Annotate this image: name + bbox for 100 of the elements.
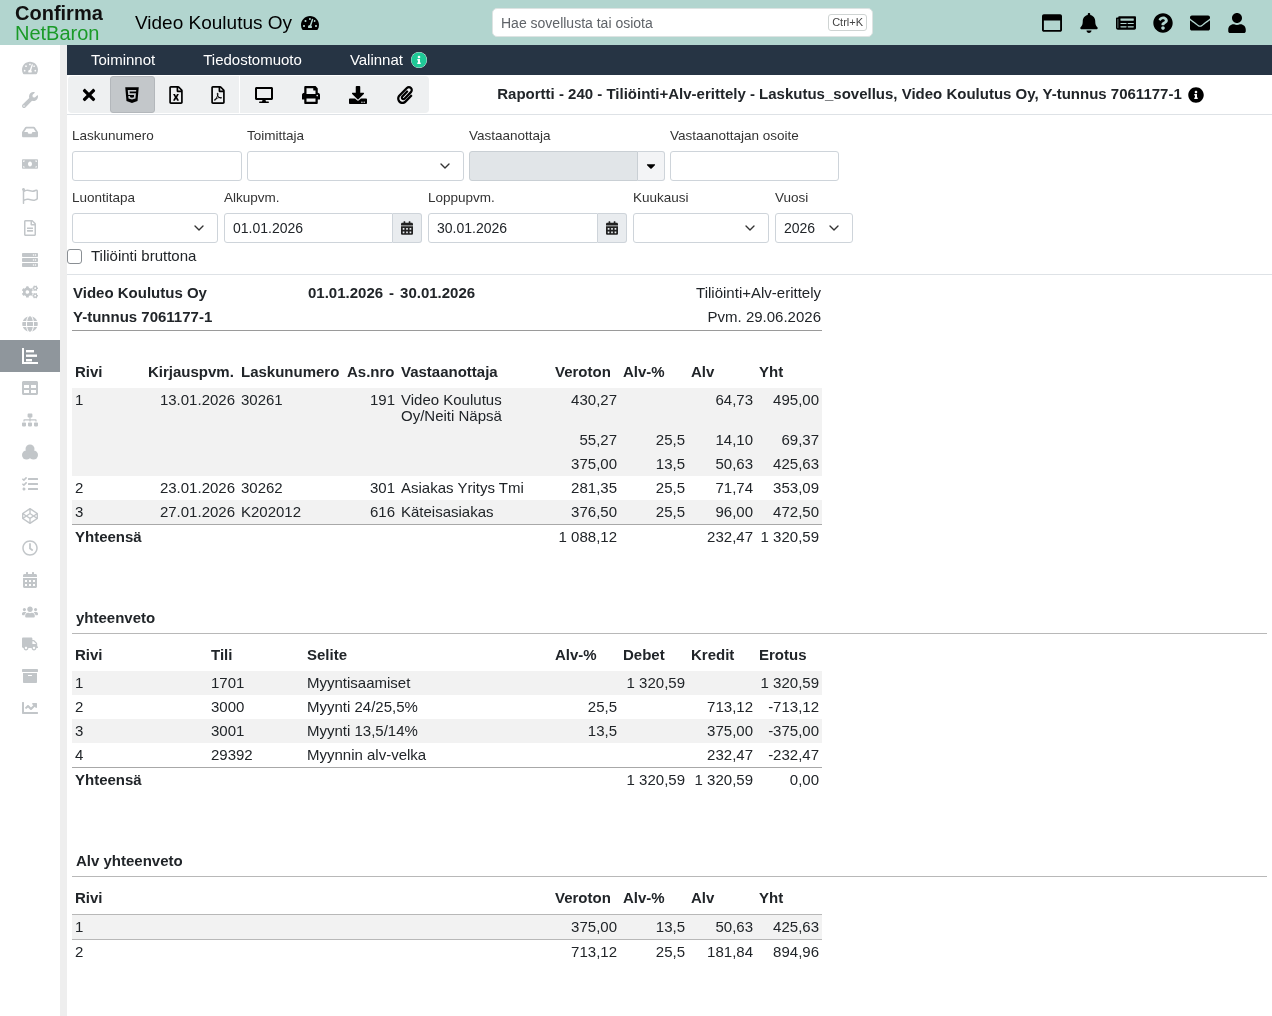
- table-cell-text: 495,00: [772, 390, 820, 410]
- pdf-file-icon: [208, 85, 227, 104]
- table-cell-text: 3001: [210, 721, 246, 741]
- toolbar-button[interactable]: [110, 76, 155, 113]
- text-field[interactable]: [72, 151, 242, 181]
- table-cell-text: 1 088,12: [557, 527, 618, 547]
- table-cell-text: 1701: [210, 673, 246, 693]
- archive-icon: [22, 668, 38, 684]
- period-separator: -: [389, 282, 395, 303]
- monitor-icon: [254, 85, 273, 104]
- dropdown-button[interactable]: [638, 151, 665, 181]
- bell-icon[interactable]: [1079, 12, 1099, 33]
- company-name: Video Koulutus Oy: [73, 282, 208, 303]
- truck-icon: [22, 636, 38, 652]
- window-icon[interactable]: [1042, 12, 1062, 33]
- date-field[interactable]: 01.01.2026: [224, 213, 393, 243]
- calendar-button[interactable]: [598, 213, 627, 243]
- globe-icon: [22, 316, 38, 332]
- table-cell-text: 96,00: [714, 502, 754, 522]
- logo-text: NetBaron: [15, 22, 100, 43]
- table-cell-text: 23.01.2026: [158, 478, 236, 498]
- shortcut-hint: Ctrl+K: [828, 14, 867, 31]
- select-field[interactable]: [72, 213, 218, 243]
- period-end: 30.01.2026: [400, 282, 476, 303]
- table-cell-text: 1 320,59: [625, 770, 686, 790]
- table-cell-text: 13,5: [654, 454, 686, 474]
- table-cell-text: Asiakas Yritys Tmi: [400, 478, 525, 498]
- info-icon[interactable]: [1187, 86, 1204, 103]
- field-label: Kuukausi: [633, 190, 689, 206]
- gauge-icon[interactable]: [301, 13, 320, 32]
- user-icon[interactable]: [1227, 12, 1247, 33]
- table-cell-text: 472,50: [772, 502, 820, 522]
- table-cell-text: 25,5: [586, 697, 618, 717]
- calendar-icon: [22, 572, 38, 588]
- section-title: yhteenveto: [76, 609, 156, 626]
- field-label: Alkupvm.: [224, 190, 280, 206]
- table-cell-text: 1 320,59: [759, 527, 820, 547]
- hierarchy-icon: [22, 412, 38, 428]
- sidebar-item[interactable]: [0, 340, 60, 372]
- inbox-icon: [22, 124, 38, 140]
- table-cell-text: 69,37: [780, 430, 820, 450]
- report-date: Pvm. 29.06.2026: [707, 306, 821, 327]
- logo-text: Confirma: [15, 2, 103, 23]
- column-header: Selite: [306, 647, 349, 663]
- table-cell-text: 50,63: [714, 454, 754, 474]
- checkbox[interactable]: [67, 248, 82, 264]
- section-title: Alv yhteenveto: [76, 852, 183, 869]
- column-header: Yht: [758, 364, 785, 380]
- table-cell-text: 353,09: [772, 478, 820, 498]
- report-title: Raportti - 240 - Tiliöinti+Alv-erittely - Laskutus_sovellus, Video Koulutus Oy, Y-tunnus 7061177-1: [497, 84, 1182, 105]
- table-cell-text: 425,63: [772, 454, 820, 474]
- table-cell-text: K202012: [240, 502, 303, 522]
- menu-item[interactable]: Tiedostomuoto: [179, 45, 326, 75]
- date-field[interactable]: 30.01.2026: [428, 213, 598, 243]
- select-field[interactable]: [633, 213, 769, 243]
- table-cell-text: 281,35: [570, 478, 618, 498]
- menu-item[interactable]: Valinnat: [325, 45, 451, 75]
- column-header: Alv-%: [622, 364, 666, 380]
- circles-icon: [22, 444, 38, 460]
- file-x-icon: [166, 85, 185, 104]
- table-cell-text: 3: [74, 502, 85, 522]
- table-cell-text: 3: [74, 721, 85, 741]
- server-icon: [22, 252, 38, 268]
- table-cell-text: 30261: [240, 390, 284, 410]
- table-cell-text: 181,84: [706, 942, 754, 962]
- cube-icon: [22, 508, 38, 524]
- table-cell-text: 13,5: [586, 721, 618, 741]
- table-cell-text: 430,27: [570, 390, 618, 410]
- column-header: Veroton: [554, 364, 612, 380]
- column-header: Kredit: [690, 647, 736, 663]
- report-name: Tiliöinti+Alv-erittely: [696, 282, 821, 303]
- printer-icon: [301, 85, 320, 104]
- calendar-button[interactable]: [393, 213, 422, 243]
- column-header: Rivi: [74, 364, 104, 380]
- table-cell-text: 301: [368, 478, 396, 498]
- table-cell-text: 1: [74, 673, 85, 693]
- field-label: Vastaanottajan osoite: [670, 128, 799, 144]
- help-icon[interactable]: [1153, 12, 1173, 33]
- line-chart-icon: [22, 700, 38, 716]
- calendar-icon: [606, 221, 618, 235]
- table-cell-text: 375,00: [706, 721, 754, 741]
- menu-item[interactable]: Toiminnot: [67, 45, 180, 75]
- column-header: Debet: [622, 647, 666, 663]
- table-cell-text: 13.01.2026: [158, 390, 236, 410]
- table-cell-text: 27.01.2026: [158, 502, 236, 522]
- text-field[interactable]: [670, 151, 839, 181]
- table-cell-text: 2: [74, 942, 85, 962]
- table-cell-text: 425,63: [772, 917, 820, 937]
- table-icon: [22, 380, 38, 396]
- field-label: Toimittaja: [247, 128, 305, 144]
- banknote-icon: [22, 156, 38, 172]
- table-cell-text: Myynti 24/25,5%: [306, 697, 419, 717]
- table-cell-text: Myynti 13,5/14%: [306, 721, 419, 741]
- table-cell-text: Myynnin alv-velka: [306, 745, 428, 765]
- select-field[interactable]: 2026: [775, 213, 853, 243]
- table-cell-text: Käteisasiakas: [400, 502, 495, 522]
- table-cell-text: 713,12: [570, 942, 618, 962]
- table-cell-text: 25,5: [654, 942, 686, 962]
- table-cell-text: -713,12: [767, 697, 820, 717]
- select-field[interactable]: [247, 151, 464, 181]
